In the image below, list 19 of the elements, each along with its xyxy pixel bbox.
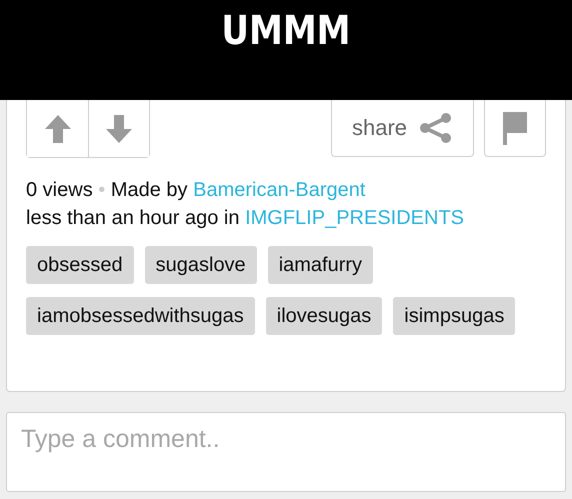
- view-count: 0 views: [26, 179, 93, 201]
- tag-chip[interactable]: sugaslove: [144, 246, 257, 284]
- share-icon: [419, 112, 454, 144]
- tag-chip[interactable]: isimpsugas: [393, 297, 516, 335]
- separator-dot: •: [98, 179, 106, 201]
- down-arrow-icon: [105, 114, 133, 144]
- made-by-label: Made by: [110, 179, 188, 201]
- post-time: less than an hour ago in: [26, 207, 240, 229]
- tag-chip[interactable]: iamobsessedwithsugas: [26, 297, 255, 335]
- share-button[interactable]: share: [331, 100, 474, 157]
- tag-chip[interactable]: obsessed: [26, 246, 134, 284]
- tag-chip[interactable]: iamafurry: [268, 246, 374, 284]
- meme-caption: UMMM: [221, 8, 351, 54]
- tag-chip[interactable]: ilovesugas: [266, 297, 382, 335]
- flag-icon: [503, 112, 527, 144]
- downvote-button[interactable]: [88, 100, 149, 157]
- flag-button[interactable]: [484, 100, 546, 157]
- comment-field[interactable]: Type a comment..: [6, 412, 566, 492]
- up-arrow-icon: [44, 114, 72, 144]
